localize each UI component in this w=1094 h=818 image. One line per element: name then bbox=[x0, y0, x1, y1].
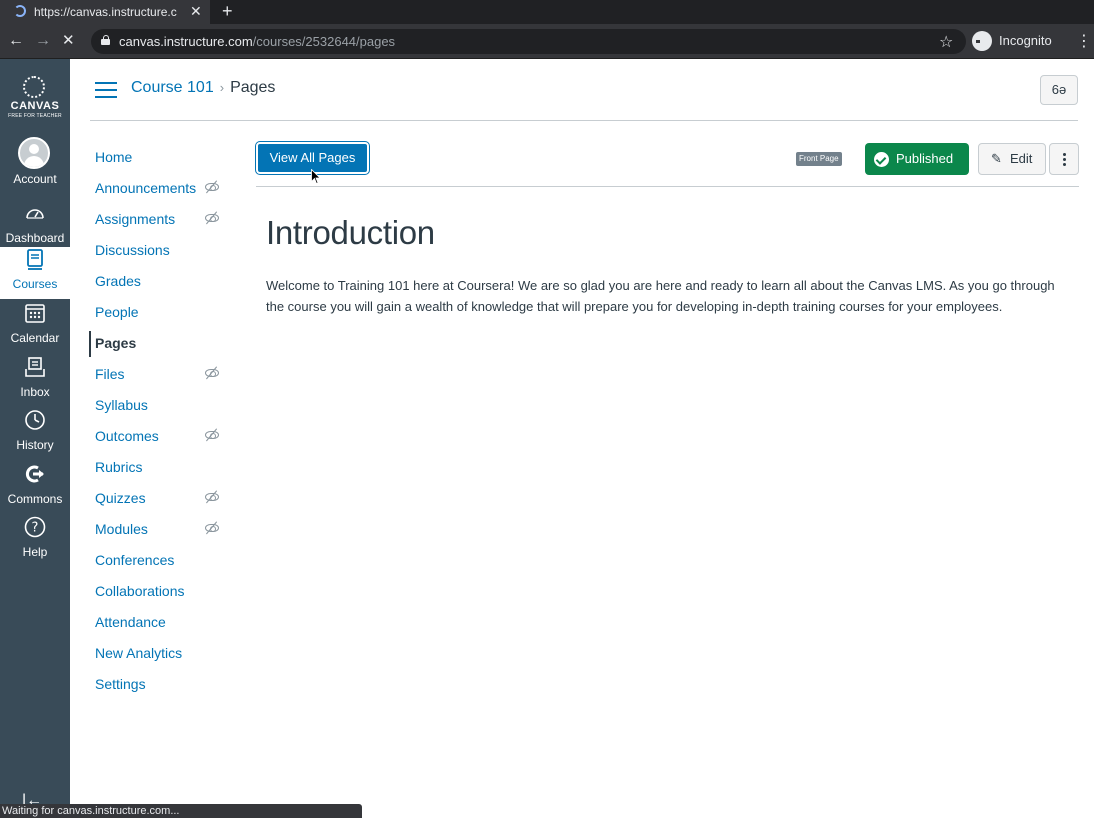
global-nav-help[interactable]: ? Help bbox=[0, 515, 70, 567]
canvas-logo-text: CANVAS bbox=[10, 100, 60, 112]
course-nav-syllabus[interactable]: Syllabus bbox=[95, 395, 148, 415]
incognito-label: Incognito bbox=[999, 33, 1052, 48]
bookmark-star-icon[interactable]: ☆ bbox=[939, 32, 953, 52]
courses-icon bbox=[27, 249, 43, 270]
global-navigation: CANVAS FREE FOR TEACHER Account Dashboar… bbox=[0, 59, 70, 818]
canvas-logo-subtext: FREE FOR TEACHER bbox=[8, 113, 62, 119]
browser-toolbar: ← → ✕ canvas.instructure.com/courses/253… bbox=[0, 24, 1094, 59]
tab-title: https://canvas.instructure.c bbox=[34, 5, 177, 19]
stop-loading-button[interactable]: ✕ bbox=[62, 32, 75, 50]
course-nav-assignments[interactable]: Assignments bbox=[95, 209, 175, 229]
canvas-logo[interactable]: CANVAS FREE FOR TEACHER bbox=[0, 59, 70, 125]
page-body-text: Welcome to Training 101 here at Coursera… bbox=[266, 278, 1055, 314]
breadcrumb-separator: › bbox=[219, 80, 225, 95]
global-nav-label: Calendar bbox=[10, 331, 60, 345]
edit-page-button[interactable]: ✎ Edit bbox=[978, 143, 1046, 175]
breadcrumb-current-page: Pages bbox=[230, 79, 276, 96]
dashboard-icon bbox=[26, 209, 44, 219]
course-menu-toggle-icon[interactable] bbox=[95, 82, 117, 98]
back-button[interactable]: ← bbox=[8, 32, 24, 50]
course-nav-pages[interactable]: Pages bbox=[95, 333, 136, 353]
pencil-icon: ✎ bbox=[991, 151, 1002, 166]
more-options-kebab-icon[interactable] bbox=[1049, 143, 1079, 175]
course-nav-settings[interactable]: Settings bbox=[95, 674, 146, 694]
check-circle-icon bbox=[874, 152, 889, 167]
course-nav-quizzes[interactable]: Quizzes bbox=[95, 488, 146, 508]
course-nav-home[interactable]: Home bbox=[95, 147, 132, 167]
url-path: /courses/2532644/pages bbox=[252, 34, 396, 49]
browser-menu-icon[interactable]: ⋮ bbox=[1076, 31, 1092, 51]
global-nav-courses[interactable]: Courses bbox=[0, 247, 70, 299]
course-nav-outcomes[interactable]: Outcomes bbox=[95, 426, 159, 446]
global-nav-label: Courses bbox=[12, 277, 58, 291]
global-nav-calendar[interactable]: Calendar bbox=[0, 301, 70, 353]
url-domain: canvas.instructure.com bbox=[119, 34, 253, 49]
page-title: Introduction bbox=[266, 214, 435, 251]
svg-text:?: ? bbox=[32, 521, 39, 536]
global-nav-inbox[interactable]: Inbox bbox=[0, 355, 70, 407]
account-avatar bbox=[18, 137, 50, 169]
hidden-from-students-icon bbox=[204, 180, 220, 194]
edit-label: Edit bbox=[1010, 151, 1033, 166]
global-nav-label: Help bbox=[22, 545, 48, 559]
lock-icon[interactable] bbox=[101, 35, 110, 45]
breadcrumb-course-link[interactable]: Course 101 bbox=[131, 79, 214, 96]
commons-icon bbox=[25, 465, 44, 483]
course-nav-new-analytics[interactable]: New Analytics bbox=[95, 643, 182, 663]
history-icon bbox=[25, 410, 45, 430]
incognito-icon bbox=[972, 31, 996, 51]
browser-tab[interactable]: https://canvas.instructure.c ✕ bbox=[0, 0, 210, 24]
url-text[interactable]: canvas.instructure.com/courses/2532644/p… bbox=[119, 34, 395, 49]
course-nav-modules[interactable]: Modules bbox=[95, 519, 148, 539]
hidden-from-students-icon bbox=[204, 366, 220, 380]
new-tab-button[interactable]: + bbox=[222, 1, 233, 22]
global-nav-account[interactable]: Account bbox=[0, 137, 70, 193]
calendar-icon bbox=[25, 304, 45, 323]
hidden-from-students-icon bbox=[204, 428, 220, 442]
course-nav-files[interactable]: Files bbox=[95, 364, 125, 384]
browser-tab-strip: https://canvas.instructure.c ✕ + bbox=[0, 0, 1094, 24]
course-nav-people[interactable]: People bbox=[95, 302, 139, 322]
active-item-indicator bbox=[89, 331, 91, 357]
course-nav-attendance[interactable]: Attendance bbox=[95, 612, 166, 632]
global-nav-label: Dashboard bbox=[5, 231, 65, 245]
immersive-reader-button[interactable]: 6ə bbox=[1040, 75, 1078, 105]
forward-button[interactable]: → bbox=[35, 32, 51, 50]
course-nav-collaborations[interactable]: Collaborations bbox=[95, 581, 185, 601]
global-nav-history[interactable]: History bbox=[0, 408, 70, 460]
course-nav-grades[interactable]: Grades bbox=[95, 271, 141, 291]
hidden-from-students-icon bbox=[204, 490, 220, 504]
hidden-from-students-icon bbox=[204, 211, 220, 225]
toolbar-divider bbox=[256, 186, 1079, 187]
global-nav-label: Inbox bbox=[20, 385, 50, 399]
header-divider bbox=[90, 120, 1078, 121]
course-nav-rubrics[interactable]: Rubrics bbox=[95, 457, 142, 477]
course-nav-announcements[interactable]: Announcements bbox=[95, 178, 196, 198]
tab-close-icon[interactable]: ✕ bbox=[190, 3, 202, 20]
mouse-pointer-icon bbox=[311, 169, 321, 185]
help-icon: ? bbox=[24, 516, 46, 538]
browser-status-bubble: Waiting for canvas.instructure.com... bbox=[0, 804, 362, 818]
global-nav-commons[interactable]: Commons bbox=[0, 462, 70, 514]
inbox-icon bbox=[25, 357, 45, 377]
address-bar[interactable]: canvas.instructure.com/courses/2532644/p… bbox=[91, 29, 966, 54]
global-nav-label: History bbox=[16, 438, 54, 452]
breadcrumb: Course 101 › Pages bbox=[131, 79, 275, 97]
global-nav-label: Commons bbox=[7, 492, 63, 506]
global-nav-dashboard[interactable]: Dashboard bbox=[0, 201, 70, 253]
loading-spinner-icon bbox=[14, 5, 26, 17]
course-nav-discussions[interactable]: Discussions bbox=[95, 240, 170, 260]
published-label: Published bbox=[896, 151, 954, 166]
global-nav-label: Account bbox=[13, 172, 57, 186]
course-nav-conferences[interactable]: Conferences bbox=[95, 550, 174, 570]
canvas-logo-mark bbox=[23, 76, 45, 98]
hidden-from-students-icon bbox=[204, 521, 220, 535]
published-toggle-button[interactable]: Published bbox=[865, 143, 969, 175]
front-page-badge: Front Page bbox=[796, 152, 842, 166]
